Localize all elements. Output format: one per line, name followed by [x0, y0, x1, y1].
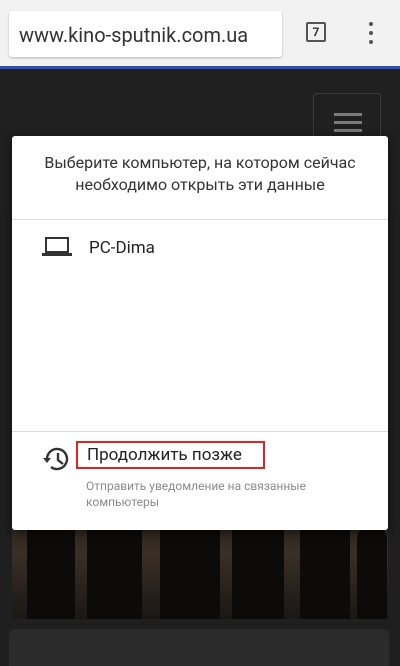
- continue-later-description: Отправить уведомление на связанные компь…: [86, 479, 306, 509]
- laptop-icon: [42, 237, 72, 256]
- device-name: PC-Dima: [89, 238, 155, 258]
- continue-later-button[interactable]: Продолжить позже: [76, 441, 265, 469]
- url-text: www.kino-sputnik.com.ua: [19, 23, 249, 47]
- overflow-menu-icon[interactable]: [363, 20, 379, 46]
- device-item[interactable]: PC-Dima: [12, 220, 388, 276]
- address-bar[interactable]: www.kino-sputnik.com.ua: [9, 11, 282, 57]
- send-to-device-dialog: Выберите компьютер, на котором сейчас не…: [12, 136, 388, 530]
- browser-toolbar: www.kino-sputnik.com.ua 7: [0, 0, 400, 66]
- dialog-title: Выберите компьютер, на котором сейчас не…: [44, 153, 356, 194]
- history-icon: [43, 447, 69, 471]
- page-card: [9, 629, 389, 666]
- continue-later-item[interactable]: Продолжить позже Отправить уведомление н…: [12, 432, 388, 522]
- tab-switcher-button[interactable]: 7: [306, 22, 326, 42]
